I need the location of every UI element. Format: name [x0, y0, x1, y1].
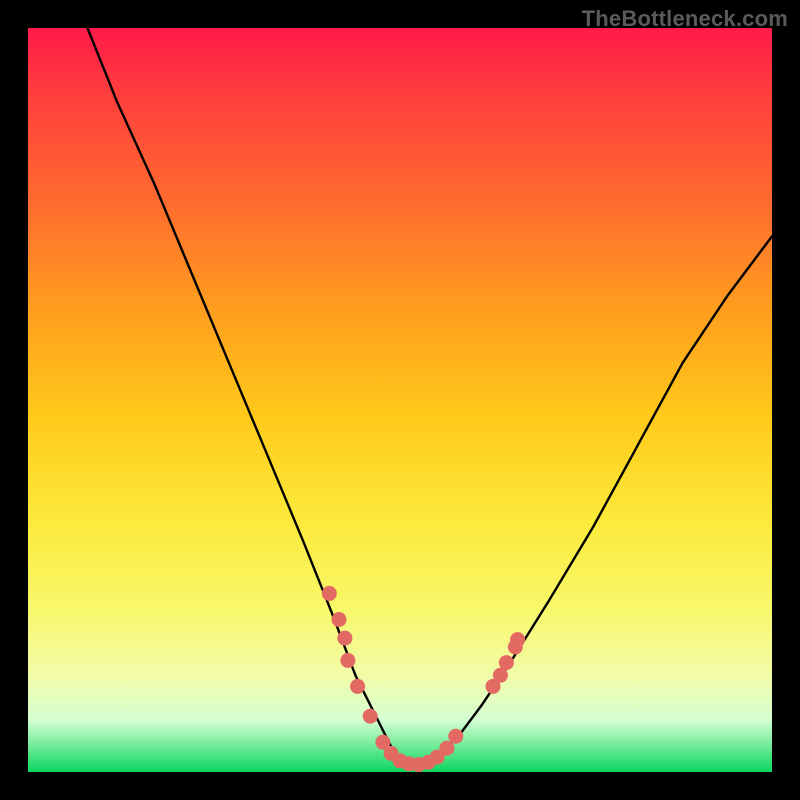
curve-marker — [340, 653, 355, 668]
curve-marker — [510, 632, 525, 647]
curve-marker — [337, 631, 352, 646]
curve-marker — [332, 612, 347, 627]
curve-marker — [499, 655, 514, 670]
curve-marker — [363, 709, 378, 724]
curve-marker — [322, 586, 337, 601]
curve-marker — [350, 679, 365, 694]
curve-marker — [448, 729, 463, 744]
chart-svg — [28, 28, 772, 772]
curve-markers — [322, 586, 525, 772]
chart-frame — [28, 28, 772, 772]
curve-marker — [439, 741, 454, 756]
watermark-label: TheBottleneck.com — [582, 6, 788, 32]
curve-line — [88, 28, 773, 765]
